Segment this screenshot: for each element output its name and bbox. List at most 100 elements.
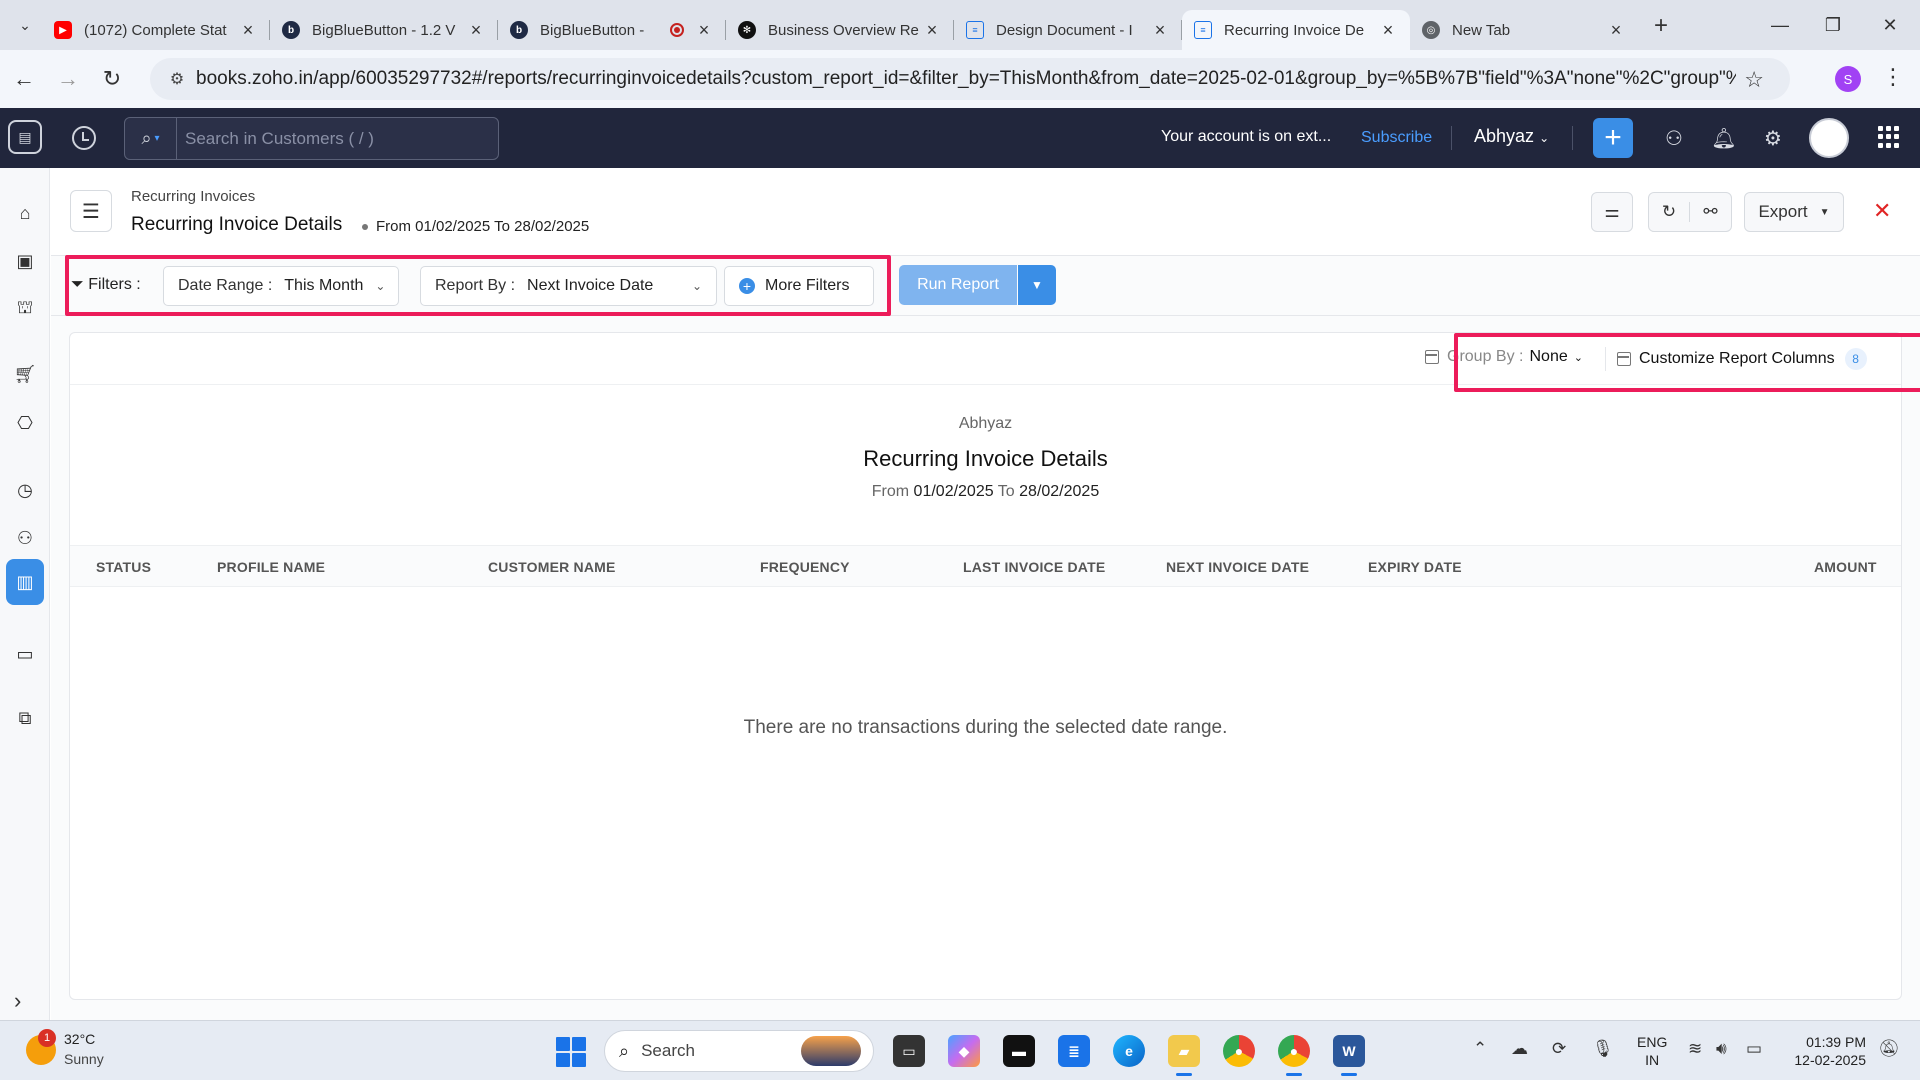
divider [1451, 126, 1452, 150]
url-text[interactable]: books.zoho.in/app/60035297732#/reports/r… [196, 68, 1736, 90]
column-header-expiry-date[interactable]: EXPIRY DATE [1368, 559, 1462, 575]
taskbar-search[interactable]: ⌕ Search [604, 1030, 874, 1072]
show-hidden-icons-icon[interactable]: ⌃ [1473, 1039, 1487, 1059]
sync-icon[interactable]: ⟳ [1552, 1039, 1566, 1059]
site-info-icon[interactable]: ⚙ [158, 58, 196, 100]
column-header-last-invoice-date[interactable]: LAST INVOICE DATE [963, 559, 1105, 575]
search-highlight-image-icon [801, 1036, 861, 1066]
task-view-icon[interactable]: ▭ [893, 1035, 925, 1067]
apps-icon[interactable]: ⧉ [12, 705, 38, 731]
microphone-icon[interactable]: 🎙︎ [1592, 1039, 1614, 1059]
purchases-bag-icon[interactable]: ⎔ [12, 410, 38, 436]
notepad-icon[interactable]: ≣ [1058, 1035, 1090, 1067]
wifi-icon[interactable]: ≋ [1688, 1039, 1702, 1059]
notification-bell-icon[interactable]: 🔔︎ [1710, 124, 1738, 152]
breadcrumb[interactable]: Recurring Invoices [131, 188, 255, 205]
banking-icon[interactable]: ⛫ [12, 296, 38, 322]
new-tab-button[interactable]: + [1644, 9, 1678, 43]
column-header-amount[interactable]: AMOUNT [1814, 559, 1877, 575]
address-bar[interactable]: ⚙ books.zoho.in/app/60035297732#/reports… [150, 58, 1790, 100]
volume-icon[interactable]: 🔊︎ [1716, 1039, 1727, 1059]
group-by-icon [1425, 350, 1439, 364]
back-icon[interactable]: ← [4, 59, 44, 99]
search-icon[interactable]: ⌕ ▾ [125, 118, 177, 159]
onedrive-icon[interactable]: ☁ [1511, 1039, 1528, 1059]
expand-sidebar-icon[interactable]: › [14, 988, 21, 1014]
browser-tab[interactable]: ≡ Design Document - I × [954, 10, 1182, 50]
sales-cart-icon[interactable]: 🛒︎ [12, 361, 38, 387]
browser-menu-icon[interactable]: ⋮ [1882, 64, 1904, 90]
weather-condition[interactable]: Sunny [64, 1051, 104, 1067]
column-header-next-invoice-date[interactable]: NEXT INVOICE DATE [1166, 559, 1309, 575]
close-tab-icon[interactable]: × [1606, 20, 1626, 41]
from-label: From [871, 483, 910, 500]
battery-icon[interactable]: ▭ [1746, 1039, 1762, 1059]
close-tab-icon[interactable]: × [1150, 20, 1170, 41]
chrome-profile-icon[interactable]: ● [1278, 1035, 1310, 1076]
refresh-icon[interactable]: ↻ [1649, 202, 1691, 222]
documents-folder-icon[interactable]: ▭ [12, 641, 38, 667]
system-clock[interactable]: 01:39 PM 12-02-2025 [1786, 1033, 1866, 1069]
chrome-icon[interactable]: ● [1223, 1035, 1255, 1067]
column-header-profile-name[interactable]: PROFILE NAME [217, 559, 325, 575]
notifications-icon[interactable]: 🔕︎ [1878, 1039, 1900, 1059]
close-tab-icon[interactable]: × [466, 20, 486, 41]
settings-gear-icon[interactable]: ⚙ [1759, 124, 1787, 152]
word-icon[interactable]: W [1333, 1035, 1365, 1076]
subscribe-link[interactable]: Subscribe [1361, 129, 1432, 147]
recent-history-icon[interactable] [72, 126, 96, 150]
language-indicator[interactable]: ENG IN [1637, 1033, 1667, 1069]
menu-hamburger-icon[interactable]: ☰ [70, 190, 112, 232]
openai-icon: ✻ [738, 21, 756, 39]
close-tab-icon[interactable]: × [238, 20, 258, 41]
browser-tab[interactable]: ▶ (1072) Complete Stat × [42, 10, 270, 50]
close-tab-icon[interactable]: × [694, 20, 714, 41]
users-icon[interactable]: ⚇ [1660, 124, 1688, 152]
copilot-icon[interactable]: ◆ [948, 1035, 980, 1067]
browser-tab[interactable]: b BigBlueButton - × [498, 10, 726, 50]
share-icon[interactable]: ⚯ [1690, 202, 1731, 222]
windows-start-icon[interactable] [556, 1037, 586, 1067]
run-report-button[interactable]: Run Report [899, 265, 1017, 305]
browser-profile-avatar[interactable]: S [1835, 66, 1861, 92]
tab-search-button[interactable]: ⌄ [8, 8, 42, 42]
close-report-icon[interactable]: ✕ [1873, 198, 1891, 224]
edge-browser-icon[interactable]: e [1113, 1035, 1145, 1067]
customize-filters-icon[interactable]: ⚌ [1591, 192, 1633, 232]
chevron-down-icon: ⌄ [1539, 131, 1550, 145]
close-tab-icon[interactable]: × [1378, 20, 1398, 41]
user-avatar[interactable] [1809, 118, 1849, 158]
bookmark-star-icon[interactable]: ☆ [1744, 67, 1764, 93]
close-tab-icon[interactable]: × [922, 20, 942, 41]
restore-icon[interactable]: ❐ [1803, 0, 1863, 50]
column-header-status[interactable]: STATUS [96, 559, 151, 575]
browser-tab[interactable]: b BigBlueButton - 1.2 V × [270, 10, 498, 50]
zoho-books-logo-icon[interactable]: ▤ [8, 120, 42, 154]
items-box-icon[interactable]: ▣ [12, 248, 38, 274]
trial-message[interactable]: Your account is on ext... [1161, 128, 1331, 146]
time-tracking-icon[interactable]: ◷ [12, 477, 38, 503]
weather-temperature[interactable]: 32°C [64, 1031, 95, 1047]
reload-icon[interactable]: ↻ [92, 59, 132, 99]
run-report-dropdown-icon[interactable]: ▼ [1018, 265, 1056, 305]
quick-create-button[interactable]: + [1593, 118, 1633, 158]
browser-tab[interactable]: ◎ New Tab × [1410, 10, 1638, 50]
browser-tab-active[interactable]: ≡ Recurring Invoice De × [1182, 10, 1410, 50]
filter-bar: ⏷ Filters : Date Range : This Month ⌄ Re… [51, 255, 1920, 316]
forward-icon[interactable]: → [48, 59, 88, 99]
export-button[interactable]: Export ▼ [1744, 192, 1844, 232]
refresh-share-group: ↻ ⚯ [1648, 192, 1732, 232]
close-window-icon[interactable]: ✕ [1860, 0, 1920, 50]
terminal-icon[interactable]: ▬ [1003, 1035, 1035, 1067]
file-explorer-icon[interactable]: ▰ [1168, 1035, 1200, 1076]
accountant-icon[interactable]: ⚇ [12, 525, 38, 551]
reports-chart-icon[interactable]: ▥ [6, 559, 44, 605]
column-header-customer-name[interactable]: CUSTOMER NAME [488, 559, 616, 575]
browser-tab[interactable]: ✻ Business Overview Re × [726, 10, 954, 50]
minimize-icon[interactable]: — [1750, 0, 1810, 50]
column-header-frequency[interactable]: FREQUENCY [760, 559, 850, 575]
organization-switcher[interactable]: Abhyaz ⌄ [1474, 126, 1549, 147]
home-icon[interactable]: ⌂ [12, 200, 38, 226]
app-launcher-grid-icon[interactable] [1878, 126, 1900, 148]
search-input[interactable] [177, 118, 498, 159]
